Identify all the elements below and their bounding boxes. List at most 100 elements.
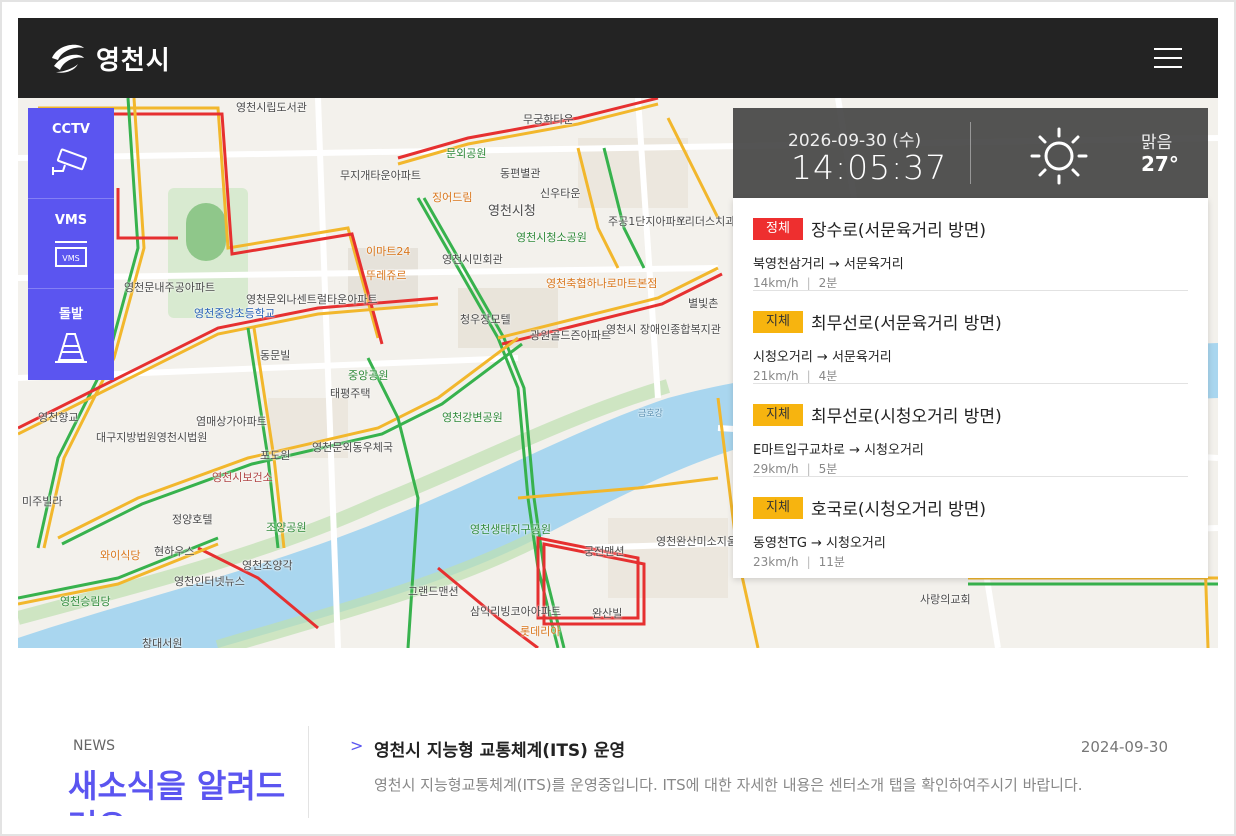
news-heading: 새소식을 알려드려요	[68, 767, 286, 816]
map-label: 영천시민회관	[442, 253, 503, 266]
news-label: NEWS	[73, 738, 116, 754]
map-label: 롯데리아	[520, 625, 561, 638]
weather-divider	[970, 122, 971, 184]
map-label: 주공1단지아파트	[608, 215, 686, 228]
traffic-item[interactable]: 지체 최무선로(서문육거리 방면) 시청오거리 → 서문육거리 21km/h | 4…	[753, 291, 1188, 384]
map-label: 영천향교	[38, 411, 79, 424]
map-label: 이마트24	[366, 245, 411, 258]
map-label: 문외공원	[446, 147, 487, 160]
status-badge: 지체	[753, 310, 803, 333]
speed-value: 29km/h	[753, 462, 799, 476]
map-label: 별빛촌	[688, 297, 719, 310]
map-label: 태평주택	[330, 387, 371, 400]
route-text: 북영천삼거리 → 서문육거리	[753, 257, 904, 272]
map-label: 조양공원	[266, 521, 307, 534]
map-label: 궁전맨션	[584, 545, 625, 558]
map-label: 영천강변공원	[442, 411, 503, 424]
map-label: 중앙공원	[348, 369, 389, 382]
map-label: 영천승림당	[60, 595, 111, 608]
road-name: 호국로(시청오거리 방면)	[811, 500, 987, 520]
travel-time: 11분	[818, 555, 845, 569]
status-badge: 지체	[753, 403, 803, 426]
map-label: 광원골드즌아파트	[530, 329, 611, 342]
map-label: 대구지방법원영천시법원	[96, 431, 208, 444]
map-label: 영천생태지구공원	[470, 523, 551, 536]
map-label: 영천중앙초등학교	[194, 307, 275, 320]
weather-time: 14:05:37	[791, 148, 948, 187]
road-name: 장수로(서문육거리 방면)	[811, 221, 987, 241]
map-label: 포도원	[260, 449, 291, 462]
site-logo[interactable]: 영천시	[48, 40, 171, 76]
map-label: 동편별관	[500, 167, 541, 180]
cctv-camera-icon	[52, 148, 87, 175]
map-label: 사랑의교회	[920, 593, 971, 606]
hamburger-icon[interactable]	[1154, 48, 1182, 68]
map-label: 영천시보건소	[212, 471, 273, 484]
map-label: 영천시 장애인종합복지관	[606, 323, 721, 336]
incident-button[interactable]: 돌발	[28, 289, 114, 380]
map-label: 미주빌라	[22, 495, 63, 508]
status-badge: 지체	[753, 496, 803, 519]
speed-value: 23km/h	[753, 555, 799, 569]
news-title-link[interactable]: 영천시 지능형 교통체계(ITS) 운영	[374, 736, 625, 761]
weather-condition: 맑음	[1141, 133, 1173, 153]
map-label: 염매상가아파트	[196, 415, 267, 428]
map-layer-panel: CCTV VMS VMS 돌발	[28, 108, 114, 380]
route-text: 동영천TG → 시청오거리	[753, 536, 886, 551]
chevron-right-icon: >	[350, 736, 364, 755]
travel-time: 5분	[818, 462, 838, 476]
map-label: 징어드림	[432, 191, 473, 204]
route-text: E마트입구교차로 → 시청오거리	[753, 443, 924, 458]
weather-widget: 2026-09-30 (수) 14:05:37 맑음 27°	[733, 108, 1208, 198]
map-label: 현하우스	[154, 545, 195, 558]
traffic-item[interactable]: 지체 최무선로(시청오거리 방면) E마트입구교차로 → 시청오거리 29km/…	[753, 384, 1188, 477]
map-label: 청우장모텔	[460, 313, 511, 326]
map-label: 영천시청소공원	[516, 231, 587, 244]
speed-value: 14km/h	[753, 276, 799, 290]
map-label: 동문빌	[260, 349, 291, 362]
map-label: 그랜드맨션	[408, 585, 459, 598]
cctv-button[interactable]: CCTV	[28, 108, 114, 199]
map-label: 영천문내주공아파트	[124, 281, 216, 294]
news-description: 영천시 지능형교통체계(ITS)를 운영중입니다. ITS에 대한 자세한 내용…	[374, 776, 1083, 794]
sun-icon	[1030, 127, 1088, 185]
map-label: 영천인터넷뉴스	[174, 575, 245, 588]
news-section: NEWS 새소식을 알려드려요 > 영천시 지능형 교통체계(ITS) 운영 2…	[18, 700, 1218, 836]
map-label: 완산빌	[592, 607, 623, 620]
map-label: 정양호텔	[172, 513, 213, 526]
map-label: 창대서원	[142, 637, 183, 649]
vms-button[interactable]: VMS VMS	[28, 199, 114, 290]
map-label: 영천시청	[488, 204, 536, 219]
map-label: 영천문외나센트럴타운아파트	[246, 293, 378, 306]
cctv-label: CCTV	[51, 122, 90, 137]
incident-label: 돌발	[59, 307, 83, 323]
road-name: 최무선로(서문육거리 방면)	[811, 314, 1002, 334]
map-label: 금호강	[638, 409, 663, 419]
map-label: 삼익리빙코아아파트	[470, 605, 562, 618]
news-date: 2024-09-30	[1080, 738, 1168, 756]
map-label: 뚜레쥬르	[366, 269, 407, 282]
traffic-item[interactable]: 정체 장수로(서문육거리 방면) 북영천삼거리 → 서문육거리 14km/h | 2…	[753, 198, 1188, 291]
vms-label: VMS	[54, 212, 88, 228]
route-text: 시청오거리 → 서문육거리	[753, 350, 892, 365]
travel-time: 2분	[818, 276, 838, 290]
travel-time: 4분	[818, 369, 838, 383]
map-label: 영천조양각	[242, 559, 293, 572]
logo-text: 영천시	[96, 45, 171, 76]
map-label: 영천시립도서관	[236, 101, 307, 114]
map-label: 신우타운	[540, 187, 581, 200]
news-divider	[308, 726, 309, 818]
map-label: 무궁화타운	[523, 113, 574, 126]
map-label: 와이식당	[100, 549, 141, 562]
map-label: 영천문외동우체국	[312, 441, 393, 454]
map-label: 영천축협하나로마트본점	[546, 277, 658, 290]
svg-text:VMS: VMS	[62, 254, 79, 263]
speed-value: 21km/h	[753, 369, 799, 383]
traffic-cone-icon	[55, 333, 87, 364]
weather-temperature: 27°	[1141, 152, 1179, 176]
vms-sign-icon: VMS	[55, 240, 87, 267]
map-label: 무지개타운아파트	[340, 169, 421, 182]
road-name: 최무선로(시청오거리 방면)	[811, 407, 1002, 427]
site-header: 영천시	[18, 18, 1218, 98]
traffic-item[interactable]: 지체 호국로(시청오거리 방면) 동영천TG → 시청오거리 23km/h | 11…	[753, 477, 1188, 570]
